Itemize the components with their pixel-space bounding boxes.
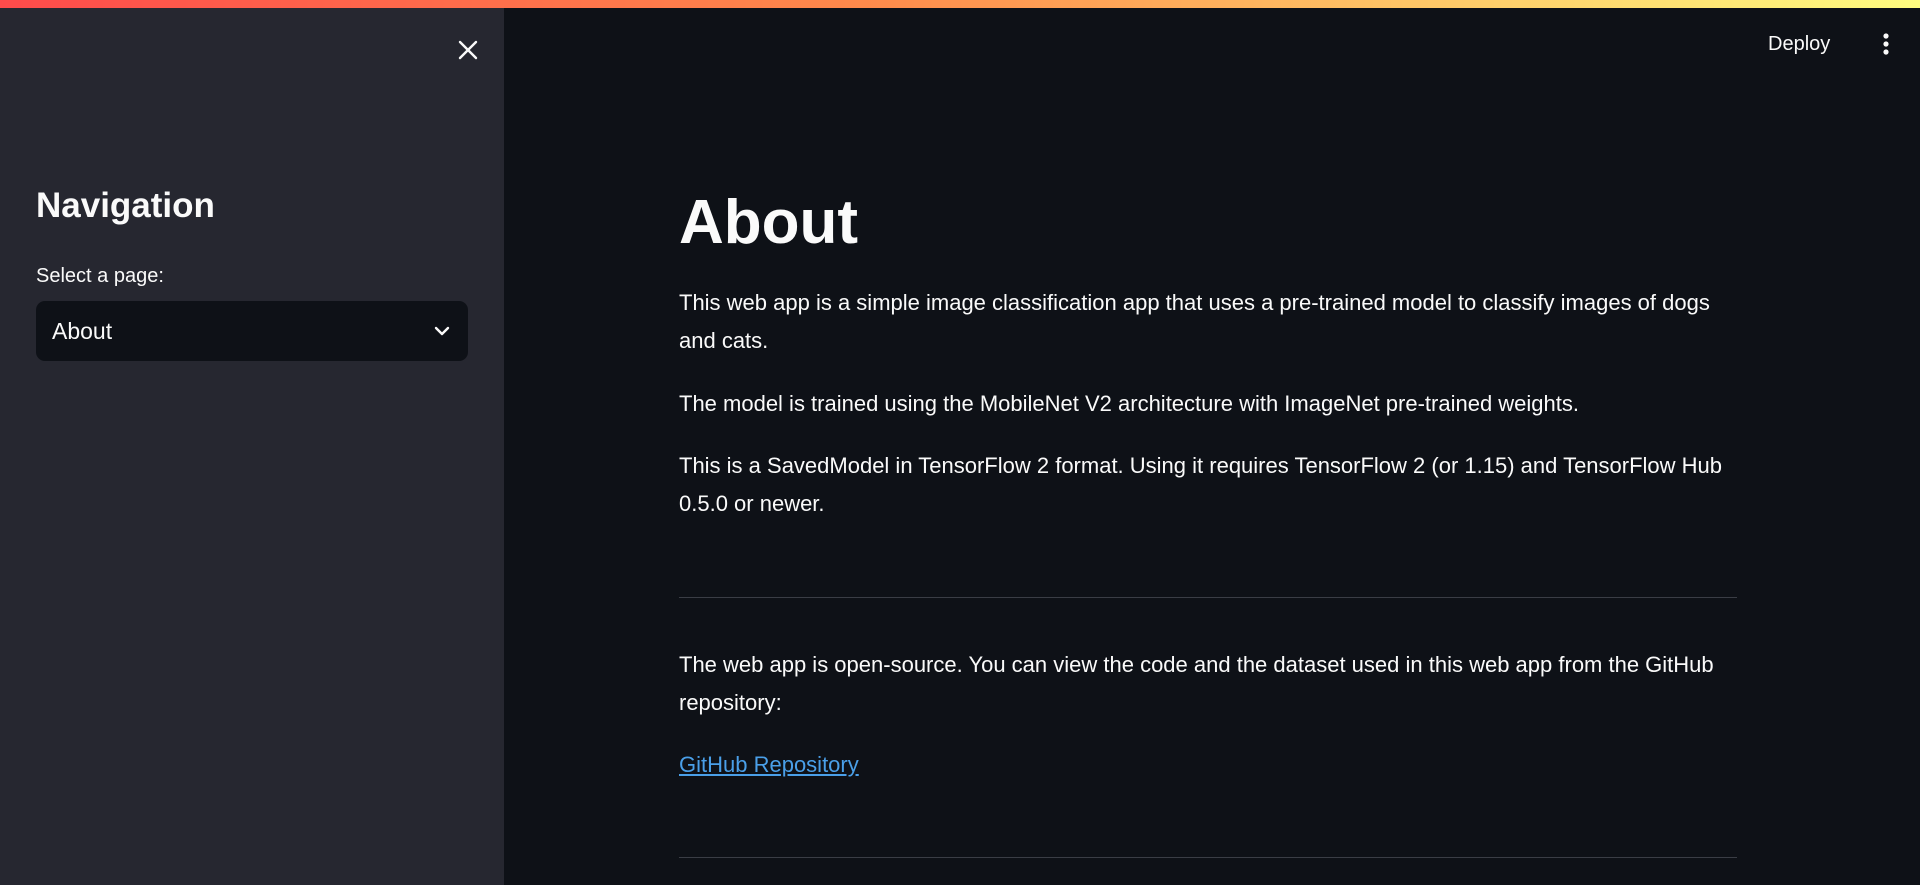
about-paragraph-3: This is a SavedModel in TensorFlow 2 for… bbox=[679, 453, 1723, 516]
page-select-label: Select a page: bbox=[36, 265, 164, 287]
page-select[interactable]: About bbox=[36, 301, 468, 361]
close-sidebar-button[interactable] bbox=[450, 32, 486, 68]
chevron-down-icon bbox=[434, 326, 450, 336]
about-paragraph-1: This web app is a simple image classific… bbox=[679, 290, 1710, 353]
sidebar-title: Navigation bbox=[36, 186, 215, 225]
sidebar: Navigation Select a page: About bbox=[0, 8, 504, 885]
about-paragraph-2: The model is trained using the MobileNet… bbox=[679, 391, 1580, 416]
close-icon bbox=[458, 40, 478, 60]
main-menu-button[interactable] bbox=[1872, 24, 1900, 64]
top-decoration-bar bbox=[0, 0, 1920, 8]
page-title: About bbox=[679, 188, 859, 257]
page-select-value: About bbox=[52, 317, 113, 344]
section-divider bbox=[679, 597, 1737, 598]
github-repository-link[interactable]: GitHub Repository bbox=[679, 746, 859, 784]
section-divider-bottom bbox=[679, 857, 1737, 858]
open-source-paragraph: The web app is open-source. You can view… bbox=[679, 652, 1714, 715]
deploy-button[interactable]: Deploy bbox=[1768, 26, 1830, 62]
more-vertical-icon bbox=[1883, 33, 1889, 55]
